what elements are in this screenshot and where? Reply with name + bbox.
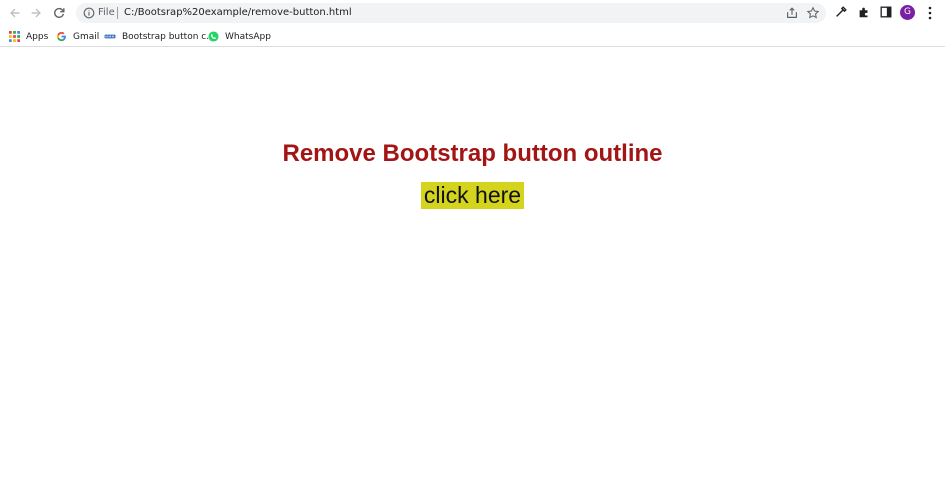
profile-avatar[interactable]: G (900, 5, 915, 20)
star-icon[interactable] (806, 6, 820, 20)
share-icon[interactable] (785, 6, 799, 20)
bookmark-label: Apps (26, 31, 49, 42)
scheme-label: File (98, 7, 115, 18)
extensions-icon[interactable] (857, 5, 871, 19)
eyedropper-icon[interactable] (834, 5, 848, 19)
arrow-right-icon (31, 8, 41, 18)
bookmarks-bar: Apps Gmail Bootstrap button c... WhatsAp… (0, 26, 945, 47)
browser-toolbar: File C:/Bootsrap%20example/remove-button… (0, 0, 945, 26)
arrow-left-icon (10, 8, 20, 18)
url-text[interactable]: C:/Bootsrap%20example/remove-button.html (124, 6, 352, 20)
bookmark-bootstrap-button[interactable]: Bootstrap button c... (104, 29, 215, 44)
reload-button[interactable] (50, 4, 68, 22)
site-favicon-icon (104, 34, 116, 39)
bookmark-gmail[interactable]: Gmail (56, 29, 99, 44)
apps-grid-icon (9, 31, 20, 42)
more-vert-icon[interactable] (925, 5, 935, 21)
bookmark-whatsapp[interactable]: WhatsApp (208, 29, 271, 44)
bookmark-label: WhatsApp (225, 31, 271, 42)
whatsapp-icon (208, 31, 219, 42)
info-icon[interactable] (82, 6, 96, 20)
reload-icon (54, 7, 65, 18)
side-panel-icon[interactable] (879, 5, 893, 19)
bookmark-label: Gmail (73, 31, 100, 42)
scheme-divider (117, 7, 118, 19)
page-heading: Remove Bootstrap button outline (282, 140, 663, 167)
address-bar[interactable]: File C:/Bootsrap%20example/remove-button… (76, 3, 826, 23)
google-icon (56, 32, 66, 42)
back-button[interactable] (6, 4, 24, 22)
bookmark-apps[interactable]: Apps (9, 29, 48, 44)
click-here-button[interactable]: click here (421, 182, 524, 209)
bookmark-label: Bootstrap button c... (122, 31, 215, 42)
forward-button[interactable] (27, 4, 45, 22)
